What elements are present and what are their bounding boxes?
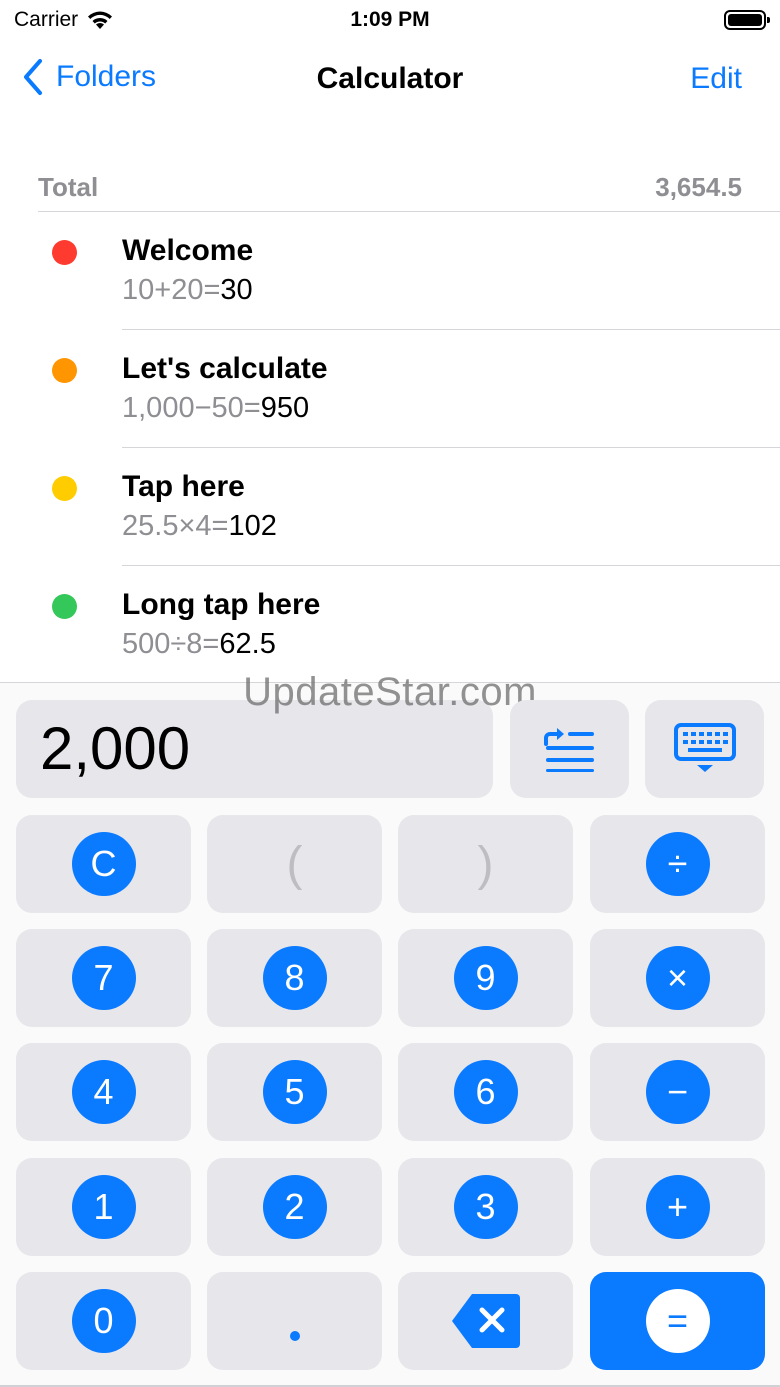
eight-button[interactable]: 8 <box>207 929 382 1027</box>
red-dot-icon <box>52 240 77 265</box>
nine-label: 9 <box>453 946 518 1010</box>
six-button[interactable]: 6 <box>398 1043 573 1141</box>
six-label: 6 <box>453 1060 518 1124</box>
green-dot-icon <box>52 594 77 619</box>
keyboard-icon <box>673 723 736 772</box>
two-button[interactable]: 2 <box>207 1158 382 1256</box>
expression-result: 950 <box>260 392 310 424</box>
divide-label: ÷ <box>645 832 710 896</box>
total-label: Total <box>38 172 99 202</box>
multiply-button[interactable]: × <box>590 929 765 1027</box>
status-time: 1:09 PM <box>350 8 430 31</box>
plus-button[interactable]: + <box>590 1158 765 1256</box>
minus-button[interactable]: − <box>590 1043 765 1141</box>
one-label: 1 <box>71 1175 136 1239</box>
total-value: 3,654.5 <box>655 172 742 202</box>
three-label: 3 <box>453 1175 518 1239</box>
open-paren-label: ( <box>286 837 303 891</box>
clear-label: C <box>71 832 136 896</box>
minus-label: − <box>645 1060 710 1124</box>
seven-label: 7 <box>71 946 136 1010</box>
navigation-bar: Folders Calculator Edit <box>0 50 780 110</box>
keyboard-button[interactable] <box>645 700 764 798</box>
plus-label: + <box>645 1175 710 1239</box>
item-expression: 10+20=30 <box>122 274 253 307</box>
equals-button[interactable]: = <box>590 1272 765 1370</box>
backspace-button[interactable] <box>398 1272 573 1370</box>
three-button[interactable]: 3 <box>398 1158 573 1256</box>
equals-label: = <box>645 1289 710 1353</box>
page-title: Calculator <box>316 62 464 95</box>
backspace-icon <box>451 1294 520 1348</box>
zero-button[interactable]: 0 <box>16 1272 191 1370</box>
expression-text: 1,000−50= <box>122 392 261 424</box>
four-label: 4 <box>71 1060 136 1124</box>
four-button[interactable]: 4 <box>16 1043 191 1141</box>
expression-text: 10+20= <box>122 274 221 306</box>
two-label: 2 <box>262 1175 327 1239</box>
battery-icon <box>724 10 770 30</box>
list-item[interactable]: Tap here 25.5×4=102 <box>0 448 780 566</box>
item-expression: 25.5×4=102 <box>122 510 277 543</box>
seven-button[interactable]: 7 <box>16 929 191 1027</box>
list-item[interactable]: Long tap here 500÷8=62.5 <box>0 566 780 684</box>
expression-text: 500÷8= <box>122 628 220 660</box>
multiply-label: × <box>645 946 710 1010</box>
total-row: Total 3,654.5 <box>38 168 780 212</box>
five-button[interactable]: 5 <box>207 1043 382 1141</box>
decimal-point-icon <box>289 1331 300 1341</box>
expression-result: 102 <box>228 510 277 542</box>
item-title: Long tap here <box>122 588 321 621</box>
zero-label: 0 <box>71 1289 136 1353</box>
expression-text: 25.5×4= <box>122 510 229 542</box>
list-item[interactable]: Let's calculate 1,000−50=950 <box>0 330 780 448</box>
display-value: 2,000 <box>40 715 191 782</box>
insert-result-icon <box>543 728 594 772</box>
orange-dot-icon <box>52 358 77 383</box>
status-bar: Carrier 1:09 PM <box>0 0 780 40</box>
one-button[interactable]: 1 <box>16 1158 191 1256</box>
item-title: Tap here <box>122 470 245 503</box>
clear-button[interactable]: C <box>16 815 191 913</box>
yellow-dot-icon <box>52 476 77 501</box>
expression-result: 30 <box>220 274 253 306</box>
open-paren-button[interactable]: ( <box>207 815 382 913</box>
expression-result: 62.5 <box>219 628 276 660</box>
divide-button[interactable]: ÷ <box>590 815 765 913</box>
item-title: Let's calculate <box>122 352 328 385</box>
close-paren-button[interactable]: ) <box>398 815 573 913</box>
eight-label: 8 <box>262 946 327 1010</box>
close-paren-label: ) <box>477 837 494 891</box>
edit-button[interactable]: Edit <box>690 62 742 96</box>
decimal-button[interactable] <box>207 1272 382 1370</box>
item-title: Welcome <box>122 234 254 267</box>
item-expression: 1,000−50=950 <box>122 392 309 425</box>
insert-result-button[interactable] <box>510 700 629 798</box>
list-item[interactable]: Welcome 10+20=30 <box>0 212 780 330</box>
five-label: 5 <box>262 1060 327 1124</box>
item-expression: 500÷8=62.5 <box>122 628 276 661</box>
nine-button[interactable]: 9 <box>398 929 573 1027</box>
